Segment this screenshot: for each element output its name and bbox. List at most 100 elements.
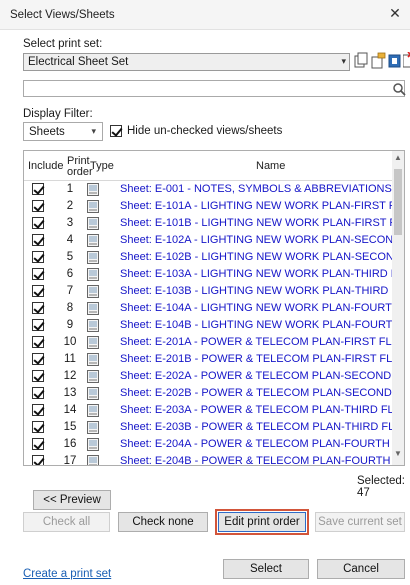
sheet-type-icon: [87, 404, 99, 417]
table-row[interactable]: 1 Sheet: E-001 - NOTES, SYMBOLS & ABBREVI…: [24, 181, 394, 198]
display-filter-select[interactable]: Sheets ▾: [23, 122, 103, 141]
delete-set-icon[interactable]: [403, 52, 410, 70]
selected-count: Selected: 47: [357, 475, 405, 499]
scroll-down-icon[interactable]: ▼: [392, 449, 404, 463]
sheet-name-cell[interactable]: Sheet: E-104A - LIGHTING NEW WORK PLAN-F…: [120, 302, 394, 314]
hide-unchecked-label: Hide un-checked views/sheets: [127, 125, 283, 137]
check-all-button[interactable]: Check all: [23, 512, 110, 532]
table-row[interactable]: 5 Sheet: E-102B - LIGHTING NEW WORK PLAN-…: [24, 249, 394, 266]
sheet-type-icon: [87, 268, 99, 281]
include-checkbox[interactable]: [32, 438, 44, 450]
save-current-set-button[interactable]: Save current set: [315, 512, 405, 532]
table-row[interactable]: 9 Sheet: E-104B - LIGHTING NEW WORK PLAN-…: [24, 317, 394, 334]
sheet-name-cell[interactable]: Sheet: E-203B - POWER & TELECOM PLAN-THI…: [120, 421, 394, 433]
table-row[interactable]: 13 Sheet: E-202B - POWER & TELECOM PLAN-S…: [24, 385, 394, 402]
create-print-set-link[interactable]: Create a print set: [23, 568, 111, 580]
sheet-type-icon: [87, 455, 99, 465]
include-checkbox[interactable]: [32, 200, 44, 212]
sheet-name-cell[interactable]: Sheet: E-102A - LIGHTING NEW WORK PLAN-S…: [120, 234, 394, 246]
search-input[interactable]: [23, 80, 406, 97]
sheet-name-cell[interactable]: Sheet: E-204B - POWER & TELECOM PLAN-FOU…: [120, 455, 394, 465]
table-row[interactable]: 2 Sheet: E-101A - LIGHTING NEW WORK PLAN-…: [24, 198, 394, 215]
sheet-name-cell[interactable]: Sheet: E-104B - LIGHTING NEW WORK PLAN-F…: [120, 319, 394, 331]
column-header-name[interactable]: Name: [256, 161, 285, 172]
sheet-type-icon: [87, 421, 99, 434]
include-checkbox[interactable]: [32, 217, 44, 229]
include-checkbox[interactable]: [32, 336, 44, 348]
search-icon[interactable]: [392, 82, 406, 96]
table-row[interactable]: 16 Sheet: E-204A - POWER & TELECOM PLAN-F…: [24, 436, 394, 453]
print-order-cell: 14: [63, 404, 77, 416]
sheet-type-icon: [87, 234, 99, 247]
edit-print-order-button[interactable]: Edit print order: [215, 509, 309, 535]
table-row[interactable]: 15 Sheet: E-203B - POWER & TELECOM PLAN-T…: [24, 419, 394, 436]
print-order-cell: 13: [63, 387, 77, 399]
print-order-cell: 15: [63, 421, 77, 433]
include-checkbox[interactable]: [32, 353, 44, 365]
sheet-name-cell[interactable]: Sheet: E-103B - LIGHTING NEW WORK PLAN-T…: [120, 285, 394, 297]
column-header-include[interactable]: Include: [28, 161, 63, 172]
print-order-cell: 8: [66, 302, 74, 314]
check-none-button[interactable]: Check none: [118, 512, 208, 532]
include-checkbox[interactable]: [32, 285, 44, 297]
table-row[interactable]: 6 Sheet: E-103A - LIGHTING NEW WORK PLAN-…: [24, 266, 394, 283]
sheet-name-cell[interactable]: Sheet: E-102B - LIGHTING NEW WORK PLAN-S…: [120, 251, 394, 263]
sheet-name-cell[interactable]: Sheet: E-204A - POWER & TELECOM PLAN-FOU…: [120, 438, 394, 450]
sheet-type-icon: [87, 319, 99, 332]
sheet-name-cell[interactable]: Sheet: E-101B - LIGHTING NEW WORK PLAN-F…: [120, 217, 394, 229]
table-row[interactable]: 7 Sheet: E-103B - LIGHTING NEW WORK PLAN-…: [24, 283, 394, 300]
table-row[interactable]: 14 Sheet: E-203A - POWER & TELECOM PLAN-T…: [24, 402, 394, 419]
new-set-icon[interactable]: [388, 52, 403, 70]
column-header-type[interactable]: Type: [90, 161, 114, 172]
print-order-cell: 5: [66, 251, 74, 263]
include-checkbox[interactable]: [32, 455, 44, 465]
sheet-type-icon: [87, 370, 99, 383]
sheet-name-cell[interactable]: Sheet: E-202B - POWER & TELECOM PLAN-SEC…: [120, 387, 394, 399]
table-row[interactable]: 12 Sheet: E-202A - POWER & TELECOM PLAN-S…: [24, 368, 394, 385]
chevron-down-icon: ▾: [91, 126, 96, 136]
include-checkbox[interactable]: [32, 421, 44, 433]
include-checkbox[interactable]: [32, 370, 44, 382]
hide-unchecked-checkbox[interactable]: [110, 125, 122, 137]
preview-button[interactable]: << Preview: [33, 490, 111, 510]
table-row[interactable]: 11 Sheet: E-201B - POWER & TELECOM PLAN-F…: [24, 351, 394, 368]
table-row[interactable]: 8 Sheet: E-104A - LIGHTING NEW WORK PLAN-…: [24, 300, 394, 317]
print-order-cell: 12: [63, 370, 77, 382]
include-checkbox[interactable]: [32, 404, 44, 416]
rename-set-icon[interactable]: [371, 52, 386, 70]
include-checkbox[interactable]: [32, 183, 44, 195]
sheet-name-cell[interactable]: Sheet: E-201B - POWER & TELECOM PLAN-FIR…: [120, 353, 394, 365]
table-row[interactable]: 17 Sheet: E-204B - POWER & TELECOM PLAN-F…: [24, 453, 394, 465]
include-checkbox[interactable]: [32, 268, 44, 280]
table-row[interactable]: 10 Sheet: E-201A - POWER & TELECOM PLAN-F…: [24, 334, 394, 351]
include-checkbox[interactable]: [32, 387, 44, 399]
sheet-name-cell[interactable]: Sheet: E-201A - POWER & TELECOM PLAN-FIR…: [120, 336, 394, 348]
scroll-thumb[interactable]: [394, 169, 402, 235]
print-order-cell: 6: [66, 268, 74, 280]
include-checkbox[interactable]: [32, 319, 44, 331]
duplicate-set-icon[interactable]: [354, 52, 369, 70]
scroll-up-icon[interactable]: ▲: [392, 153, 404, 167]
chevron-down-icon: ▾: [341, 56, 346, 66]
table-row[interactable]: 3 Sheet: E-101B - LIGHTING NEW WORK PLAN-…: [24, 215, 394, 232]
include-checkbox[interactable]: [32, 234, 44, 246]
print-set-select[interactable]: Electrical Sheet Set ▾: [23, 53, 350, 71]
close-icon[interactable]: ✕: [386, 5, 404, 22]
grid-rows: 1 Sheet: E-001 - NOTES, SYMBOLS & ABBREVI…: [24, 181, 394, 465]
select-button[interactable]: Select: [223, 559, 309, 579]
include-checkbox[interactable]: [32, 302, 44, 314]
sheet-type-icon: [87, 251, 99, 264]
print-order-cell: 9: [66, 319, 74, 331]
column-header-print-order[interactable]: Print order: [67, 156, 93, 178]
table-row[interactable]: 4 Sheet: E-102A - LIGHTING NEW WORK PLAN-…: [24, 232, 394, 249]
vertical-scrollbar[interactable]: ▲ ▼: [392, 151, 404, 465]
sheet-name-cell[interactable]: Sheet: E-101A - LIGHTING NEW WORK PLAN-F…: [120, 200, 394, 212]
cancel-button[interactable]: Cancel: [317, 559, 405, 579]
sheet-name-cell[interactable]: Sheet: E-202A - POWER & TELECOM PLAN-SEC…: [120, 370, 394, 382]
include-checkbox[interactable]: [32, 251, 44, 263]
sheet-name-cell[interactable]: Sheet: E-001 - NOTES, SYMBOLS & ABBREVIA…: [120, 183, 392, 195]
print-order-cell: 16: [63, 438, 77, 450]
print-set-label: Select print set:: [23, 38, 103, 50]
sheet-name-cell[interactable]: Sheet: E-203A - POWER & TELECOM PLAN-THI…: [120, 404, 394, 416]
sheet-name-cell[interactable]: Sheet: E-103A - LIGHTING NEW WORK PLAN-T…: [120, 268, 394, 280]
